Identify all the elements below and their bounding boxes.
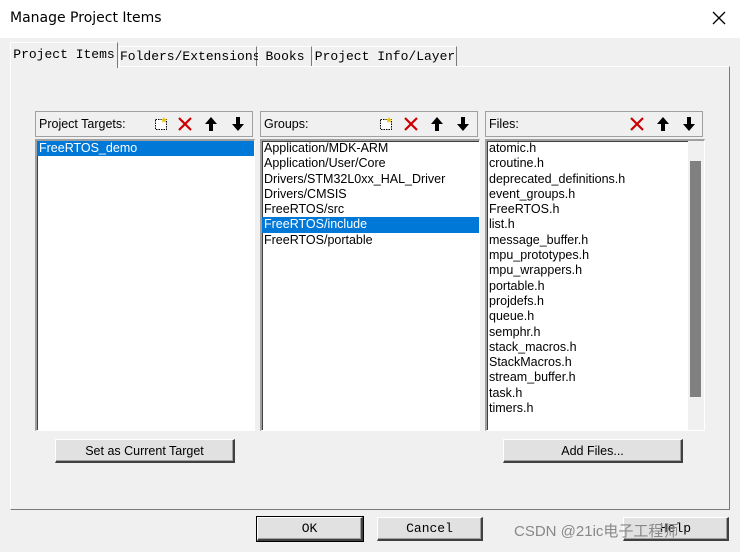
targets-header: Project Targets: [35,111,253,137]
window-title: Manage Project Items [10,10,162,26]
tab-label: Project Items [13,47,115,62]
file-list-item[interactable]: portable.h [487,279,704,294]
file-list-item[interactable]: deprecated_definitions.h [487,172,704,187]
delete-target-button[interactable] [175,114,195,134]
move-down-icon [232,117,244,131]
watermark: CSDN @21ic电子工程师 [514,523,679,540]
target-list-item[interactable]: FreeRTOS_demo [37,141,254,157]
file-list-item[interactable]: timers.h [487,401,704,416]
targets-label: Project Targets: [39,117,126,131]
close-icon [712,11,726,25]
set-current-target-button[interactable]: Set as Current Target [55,439,235,463]
new-group-button[interactable] [376,114,396,134]
file-list-item[interactable]: atomic.h [487,141,704,156]
project-items-panel: Project Targets: FreeRTOS_demo Set as Cu… [10,66,730,510]
move-up-icon [205,117,217,131]
move-down-icon [457,117,469,131]
file-list-item[interactable]: FreeRTOS.h [487,202,704,217]
move-file-up-button[interactable] [653,114,673,134]
move-up-icon [657,117,669,131]
file-list-item[interactable]: croutine.h [487,156,704,171]
file-list-item[interactable]: message_buffer.h [487,233,704,248]
file-list-item[interactable]: mpu_wrappers.h [487,263,704,278]
groups-items: Application/MDK-ARM Application/User/Core… [262,141,479,248]
file-list-item[interactable]: stack_macros.h [487,340,704,355]
new-target-button[interactable] [151,114,171,134]
new-item-icon [155,117,167,130]
tab-label: Project Info/Layer [314,49,456,64]
move-group-up-button[interactable] [427,114,447,134]
delete-icon [630,117,644,131]
new-item-icon [380,117,392,130]
file-list-item[interactable]: queue.h [487,309,704,324]
delete-icon [178,117,192,131]
move-group-down-button[interactable] [453,114,473,134]
group-list-item[interactable]: FreeRTOS/portable [262,233,479,248]
group-list-item[interactable]: Application/MDK-ARM [262,141,479,156]
file-list-item[interactable]: mpu_prototypes.h [487,248,704,263]
cancel-button[interactable]: Cancel [377,517,483,541]
move-down-icon [683,117,695,131]
tab-label: Books [265,49,305,64]
title-bar: Manage Project Items [0,0,740,38]
files-scrollbar-thumb[interactable] [690,161,701,397]
groups-list[interactable]: Application/MDK-ARM Application/User/Core… [260,139,480,431]
tab-strip: Project Items Folders/Extensions Books P… [10,42,730,68]
group-list-item[interactable]: FreeRTOS/include [262,217,479,233]
delete-group-button[interactable] [401,114,421,134]
files-items: atomic.h croutine.h deprecated_definitions… [487,141,704,416]
files-list[interactable]: atomic.h croutine.h deprecated_definitions… [485,139,705,431]
move-up-icon [431,117,443,131]
tab-label: Folders/Extensions [120,49,261,64]
group-list-item[interactable]: Drivers/CMSIS [262,187,479,202]
files-header: Files: [485,111,703,137]
move-target-down-button[interactable] [228,114,248,134]
group-list-item[interactable]: FreeRTOS/src [262,202,479,217]
move-file-down-button[interactable] [679,114,699,134]
file-list-item[interactable]: StackMacros.h [487,355,704,370]
tab-books[interactable]: Books [258,46,312,66]
group-list-item[interactable]: Application/User/Core [262,156,479,171]
file-list-item[interactable]: projdefs.h [487,294,704,309]
targets-list[interactable]: FreeRTOS_demo [35,139,255,431]
groups-header: Groups: [260,111,478,137]
close-button[interactable] [702,2,736,34]
targets-items: FreeRTOS_demo [37,141,254,157]
ok-button[interactable]: OK [256,516,364,542]
files-scrollbar[interactable] [688,141,704,430]
delete-file-button[interactable] [627,114,647,134]
file-list-item[interactable]: stream_buffer.h [487,370,704,385]
file-list-item[interactable]: list.h [487,217,704,232]
tab-project-info-layer[interactable]: Project Info/Layer [313,46,457,66]
file-list-item[interactable]: event_groups.h [487,187,704,202]
file-list-item[interactable]: task.h [487,386,704,401]
delete-icon [404,117,418,131]
groups-label: Groups: [264,117,309,131]
file-list-item[interactable]: semphr.h [487,325,704,340]
tab-folders-extensions[interactable]: Folders/Extensions [119,46,261,66]
add-files-button[interactable]: Add Files... [503,439,683,463]
tab-project-items[interactable]: Project Items [10,42,118,68]
group-list-item[interactable]: Drivers/STM32L0xx_HAL_Driver [262,172,479,187]
move-target-up-button[interactable] [201,114,221,134]
files-label: Files: [489,117,519,131]
